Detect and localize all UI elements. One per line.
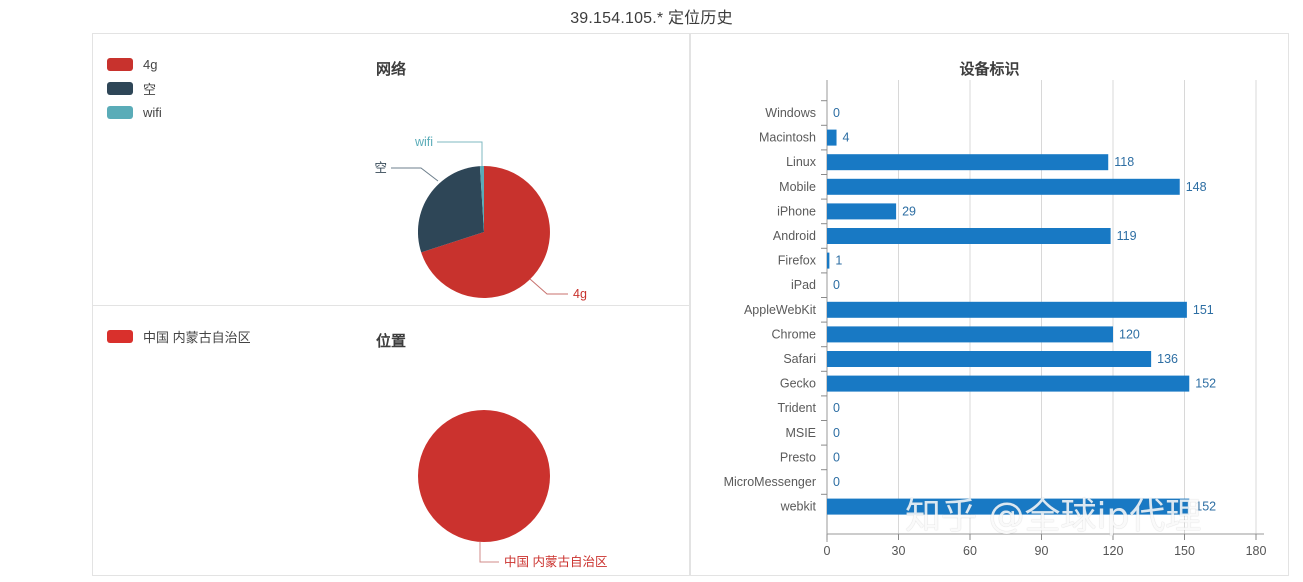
- legend-item-label: 空: [143, 81, 157, 97]
- pie-leader-kong: [391, 167, 439, 182]
- device-bar-svg: Windows 0 Macintosh 4 Linux 118 Mobile 148 iPhon…: [724, 80, 1267, 558]
- legend-swatch-icon: [107, 57, 133, 71]
- bar-value-label: 0: [833, 401, 840, 415]
- bar-category-label: Presto: [780, 450, 816, 464]
- bar-category-label: Windows: [765, 106, 816, 120]
- bar-category-label: Trident: [778, 401, 817, 415]
- bar[interactable]: [827, 154, 1109, 171]
- device-bar-chart: Windows 0 Macintosh 4 Linux 118 Mobile 148 iPhon…: [691, 34, 1290, 577]
- legend-swatch-icon: [107, 329, 133, 343]
- legend-swatch-icon: [107, 105, 133, 119]
- legend-item[interactable]: wifi: [107, 100, 162, 124]
- bar-value-label: 29: [902, 204, 916, 218]
- bar[interactable]: [827, 326, 1113, 343]
- pie-leader-wifi: [437, 141, 483, 166]
- bar-category-label: Firefox: [778, 254, 817, 268]
- pie-leader-inner-mongolia: [479, 542, 499, 563]
- bar-value-label: 119: [1117, 229, 1137, 243]
- bar[interactable]: [827, 228, 1111, 244]
- bar-value-label: 1: [835, 254, 842, 268]
- x-axis-tick-label: 0: [824, 544, 831, 558]
- bar-category-label: MicroMessenger: [724, 475, 816, 489]
- x-axis-tick-label: 150: [1174, 544, 1195, 558]
- legend-swatch-icon: [107, 81, 133, 95]
- bar-value-label: 148: [1186, 180, 1207, 194]
- bar-category-label: Chrome: [772, 327, 817, 341]
- network-legend: 4g 空 wifi: [107, 52, 162, 124]
- panel-device: 设备标识 Windows 0 Macintosh 4 Linux 118 Mobile 148…: [690, 33, 1289, 576]
- pie-label-4g: 4g: [573, 287, 587, 301]
- bar-category-label: iPad: [791, 278, 816, 292]
- network-pie-svg: wifi 空 4g: [374, 135, 587, 301]
- bar[interactable]: [827, 351, 1152, 367]
- bar-category-label: Gecko: [780, 377, 816, 391]
- legend-item[interactable]: 中国 内蒙古自治区: [107, 324, 251, 348]
- bar-value-label: 4: [843, 131, 850, 145]
- bar[interactable]: [827, 178, 1180, 195]
- bar-category-label: AppleWebKit: [744, 303, 817, 317]
- bar-value-label: 0: [833, 475, 840, 489]
- bar-value-label: 0: [833, 450, 840, 464]
- network-chart-title: 网络: [375, 61, 406, 78]
- bar-category-label: Android: [773, 229, 816, 243]
- legend-item[interactable]: 空: [107, 76, 162, 100]
- bar-value-label: 118: [1114, 155, 1134, 169]
- bar-category-label: Linux: [786, 155, 817, 169]
- x-axis-tick-label: 120: [1103, 544, 1124, 558]
- page-title: 39.154.105.* 定位历史: [570, 10, 733, 27]
- bar[interactable]: [827, 375, 1190, 392]
- bar-value-label: 120: [1119, 327, 1140, 341]
- pie-label-inner-mongolia: 中国 内蒙古自治区: [504, 554, 607, 569]
- bar-category-label: Mobile: [779, 180, 816, 194]
- bar-value-label: 152: [1195, 500, 1216, 514]
- pie-slice-inner-mongolia[interactable]: [418, 410, 550, 542]
- x-axis-tick-label: 30: [892, 544, 906, 558]
- location-legend: 中国 内蒙古自治区: [107, 324, 251, 348]
- bar[interactable]: [827, 203, 897, 220]
- x-axis-tick-label: 90: [1035, 544, 1049, 558]
- legend-item-label: 中国 内蒙古自治区: [143, 329, 251, 345]
- pie-label-wifi: wifi: [414, 135, 433, 149]
- legend-item-label: 4g: [143, 56, 158, 72]
- bar-category-label: Safari: [783, 352, 816, 366]
- legend-item[interactable]: 4g: [107, 52, 162, 76]
- bar-value-label: 0: [833, 106, 840, 120]
- bar-value-label: 0: [833, 278, 840, 292]
- bar[interactable]: [827, 498, 1190, 515]
- location-pie-svg: 中国 内蒙古自治区: [418, 410, 607, 569]
- bar-value-label: 152: [1195, 377, 1216, 391]
- bar-value-label: 136: [1157, 352, 1178, 366]
- panel-network: 网络 4g 空 wifi wifi 空 4g: [92, 33, 690, 305]
- x-axis-tick-label: 180: [1246, 544, 1267, 558]
- x-axis-tick-label: 60: [963, 544, 977, 558]
- bar-value-label: 151: [1193, 303, 1214, 317]
- legend-item-label: wifi: [143, 104, 162, 120]
- pie-label-kong: 空: [374, 161, 387, 175]
- bar-category-label: iPhone: [777, 204, 816, 218]
- bar-category-label: Macintosh: [759, 131, 816, 145]
- bar-category-label: webkit: [780, 500, 817, 514]
- panel-location: 位置 中国 内蒙古自治区 中国 内蒙古自治区: [92, 305, 690, 576]
- bar-value-label: 0: [833, 426, 840, 440]
- bar[interactable]: [827, 301, 1187, 318]
- bar-category-label: MSIE: [785, 426, 816, 440]
- bar[interactable]: [827, 129, 837, 146]
- bar[interactable]: [827, 252, 830, 269]
- network-pie-chart: wifi 空 4g: [281, 96, 681, 306]
- location-pie-chart: 中国 内蒙古自治区: [281, 366, 681, 576]
- pie-leader-4g: [529, 278, 568, 295]
